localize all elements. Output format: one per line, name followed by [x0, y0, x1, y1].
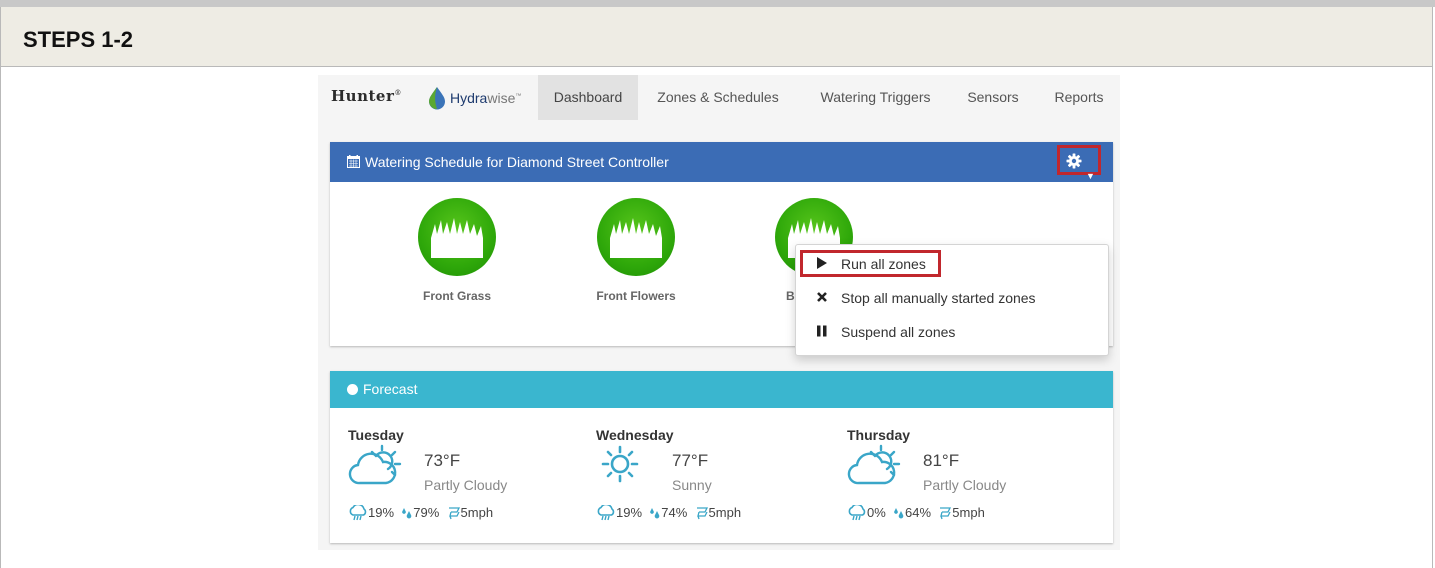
- zone-name: Front Grass: [422, 289, 491, 303]
- wind-speed: 5mph: [460, 505, 494, 521]
- humidity: 74%: [661, 505, 688, 521]
- menu-item-run-all-zones[interactable]: Run all zones: [796, 249, 1108, 279]
- nav-watering-triggers[interactable]: Watering Triggers: [808, 75, 943, 120]
- play-icon: [817, 257, 827, 269]
- menu-item-suspend-all-zones[interactable]: Suspend all zones: [796, 317, 1108, 347]
- chevron-down-icon: ▼: [1086, 171, 1095, 181]
- day-name: Tuesday: [348, 427, 404, 443]
- settings-dropdown-button[interactable]: ▼: [1057, 145, 1101, 181]
- nav-zones-schedules[interactable]: Zones & Schedules: [649, 75, 787, 120]
- humidity-icon: [402, 507, 412, 518]
- nav-sensors[interactable]: Sensors: [959, 75, 1027, 120]
- close-icon: [817, 292, 827, 302]
- forecast-panel-header: Forecast: [330, 371, 1113, 408]
- grass-icon: [597, 198, 675, 276]
- wind-speed: 5mph: [708, 505, 742, 521]
- rain-chance: 19%: [616, 505, 643, 521]
- forecast-day: Thursday 81°F Partly Cloudy 0% 64% 5mph: [847, 427, 1087, 527]
- humidity: 79%: [413, 505, 440, 521]
- zone-front-flowers[interactable]: Front Flowers: [586, 198, 686, 303]
- humidity-icon: [650, 507, 660, 518]
- steps-title: STEPS 1-2: [23, 27, 134, 52]
- rain-chance: 19%: [368, 505, 395, 521]
- day-name: Thursday: [847, 427, 911, 443]
- weather-stats: 0% 64% 5mph: [847, 503, 985, 521]
- day-name: Wednesday: [596, 427, 674, 443]
- humidity: 64%: [905, 505, 932, 521]
- navbar: Hunter® Hydrawise™ Dashboard Zones & Sch…: [318, 75, 1120, 120]
- menu-item-stop-manual-zones[interactable]: Stop all manually started zones: [796, 283, 1108, 313]
- hunter-logo[interactable]: Hunter®: [331, 87, 402, 105]
- forecast-day: Tuesday 73°F Partly Cloudy 19% 79% 5mph: [348, 427, 588, 527]
- temperature: 73°F: [424, 451, 461, 470]
- water-drop-icon: [429, 87, 445, 110]
- forecast-day: Wednesday 77°F Sunny 19% 74% 5mph: [596, 427, 836, 527]
- nav-reports[interactable]: Reports: [1046, 75, 1112, 120]
- grass-icon: [418, 198, 496, 276]
- weather-stats: 19% 74% 5mph: [596, 503, 742, 521]
- condition: Partly Cloudy: [424, 477, 508, 493]
- sun-icon: [347, 384, 358, 395]
- weather-stats: 19% 79% 5mph: [348, 503, 494, 521]
- wind-icon: [940, 506, 952, 519]
- nav-dashboard[interactable]: Dashboard: [538, 75, 638, 120]
- wind-icon: [696, 506, 708, 519]
- steps-header: STEPS 1-2: [0, 7, 1433, 67]
- forecast-title: Forecast: [363, 381, 418, 397]
- partly-cloudy-icon: [847, 444, 901, 485]
- condition: Partly Cloudy: [923, 477, 1007, 493]
- forecast-panel: Forecast Tuesday 73°F Partly Cloudy 19% …: [330, 371, 1113, 543]
- zone-name: Front Flowers: [596, 289, 676, 303]
- watering-schedule-panel: Watering Schedule for Diamond Street Con…: [330, 142, 1113, 356]
- hydrawise-app: Hunter® Hydrawise™ Dashboard Zones & Sch…: [318, 75, 1120, 550]
- rain-cloud-icon: [848, 503, 866, 520]
- top-strip: [0, 0, 1435, 7]
- schedule-panel-title: Watering Schedule for Diamond Street Con…: [365, 154, 669, 170]
- pause-icon: [817, 325, 827, 337]
- rain-cloud-icon: [597, 503, 615, 520]
- calendar-icon: [347, 155, 360, 168]
- rain-chance: 0%: [867, 505, 886, 521]
- temperature: 77°F: [672, 451, 709, 470]
- humidity-icon: [894, 507, 904, 518]
- zone-front-grass[interactable]: Front Grass: [407, 198, 507, 303]
- hydrawise-wordmark: Hydrawise™: [450, 90, 522, 106]
- wind-icon: [448, 506, 460, 519]
- condition: Sunny: [672, 477, 712, 493]
- settings-dropdown-menu: Run all zones Stop all manually started …: [795, 244, 1109, 356]
- partly-cloudy-icon: [348, 444, 402, 485]
- gear-icon: [1066, 153, 1082, 169]
- temperature: 81°F: [923, 451, 960, 470]
- wind-speed: 5mph: [952, 505, 985, 521]
- schedule-panel-header: Watering Schedule for Diamond Street Con…: [330, 142, 1113, 182]
- sunny-icon: [601, 445, 639, 483]
- rain-cloud-icon: [349, 503, 367, 520]
